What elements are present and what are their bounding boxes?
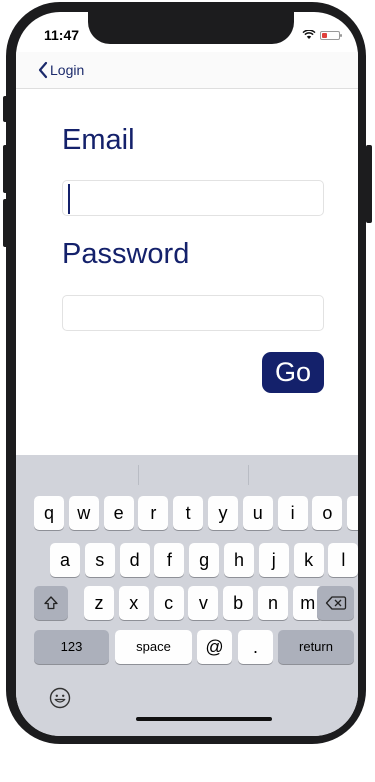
battery-level: [322, 32, 327, 38]
email-field[interactable]: [62, 180, 324, 216]
key-y[interactable]: y: [208, 496, 238, 530]
key-i[interactable]: i: [277, 496, 308, 530]
key-r[interactable]: r: [138, 496, 169, 530]
key-j[interactable]: j: [258, 543, 289, 577]
numbers-key[interactable]: 123: [34, 630, 109, 664]
status-icons: [302, 30, 342, 40]
key-l[interactable]: l: [328, 543, 358, 577]
wifi-icon: [302, 30, 316, 39]
shift-icon: [44, 596, 58, 610]
battery-icon: [320, 30, 342, 40]
suggestion-bar: [16, 455, 358, 495]
key-w[interactable]: w: [68, 496, 99, 530]
home-indicator: [136, 717, 272, 721]
emoji-icon[interactable]: [48, 686, 72, 710]
key-s[interactable]: s: [84, 543, 115, 577]
navigation-bar: Login: [16, 52, 358, 89]
screen: 11:47 Login Email Password Go q w e r t …: [16, 12, 358, 736]
delete-key[interactable]: [317, 586, 354, 620]
delete-icon: [325, 596, 346, 610]
key-a[interactable]: a: [50, 543, 80, 577]
back-label: Login: [50, 62, 85, 78]
key-z[interactable]: z: [84, 586, 114, 620]
dot-key[interactable]: .: [238, 630, 273, 664]
key-n[interactable]: n: [258, 586, 288, 620]
key-q[interactable]: q: [34, 496, 64, 530]
key-g[interactable]: g: [189, 543, 220, 577]
password-label: Password: [62, 238, 190, 270]
key-u[interactable]: u: [242, 496, 273, 530]
key-v[interactable]: v: [188, 586, 219, 620]
back-button[interactable]: Login: [38, 61, 84, 79]
keyboard: qwertyuiop asdfghjkl zxcvbnm 123 space @…: [16, 455, 358, 736]
shift-key[interactable]: [34, 586, 68, 620]
key-f[interactable]: f: [154, 543, 185, 577]
key-b[interactable]: b: [223, 586, 254, 620]
key-p[interactable]: p: [347, 496, 358, 530]
key-e[interactable]: e: [103, 496, 134, 530]
go-button[interactable]: Go: [262, 352, 324, 393]
phone-frame: 11:47 Login Email Password Go q w e r t …: [6, 2, 366, 744]
email-label: Email: [62, 124, 135, 156]
at-key[interactable]: @: [197, 630, 232, 664]
key-t[interactable]: t: [173, 496, 204, 530]
return-key[interactable]: return: [278, 630, 354, 664]
key-d[interactable]: d: [119, 543, 150, 577]
key-h[interactable]: h: [224, 543, 254, 577]
password-field[interactable]: [62, 295, 324, 331]
key-k[interactable]: k: [293, 543, 324, 577]
key-o[interactable]: o: [312, 496, 343, 530]
space-key[interactable]: space: [115, 630, 192, 664]
key-x[interactable]: x: [118, 586, 149, 620]
notch: [88, 12, 294, 44]
status-time: 11:47: [44, 27, 80, 43]
power-button: [366, 145, 372, 223]
chevron-left-icon: [38, 61, 48, 79]
text-cursor: [68, 184, 70, 214]
key-c[interactable]: c: [153, 586, 184, 620]
